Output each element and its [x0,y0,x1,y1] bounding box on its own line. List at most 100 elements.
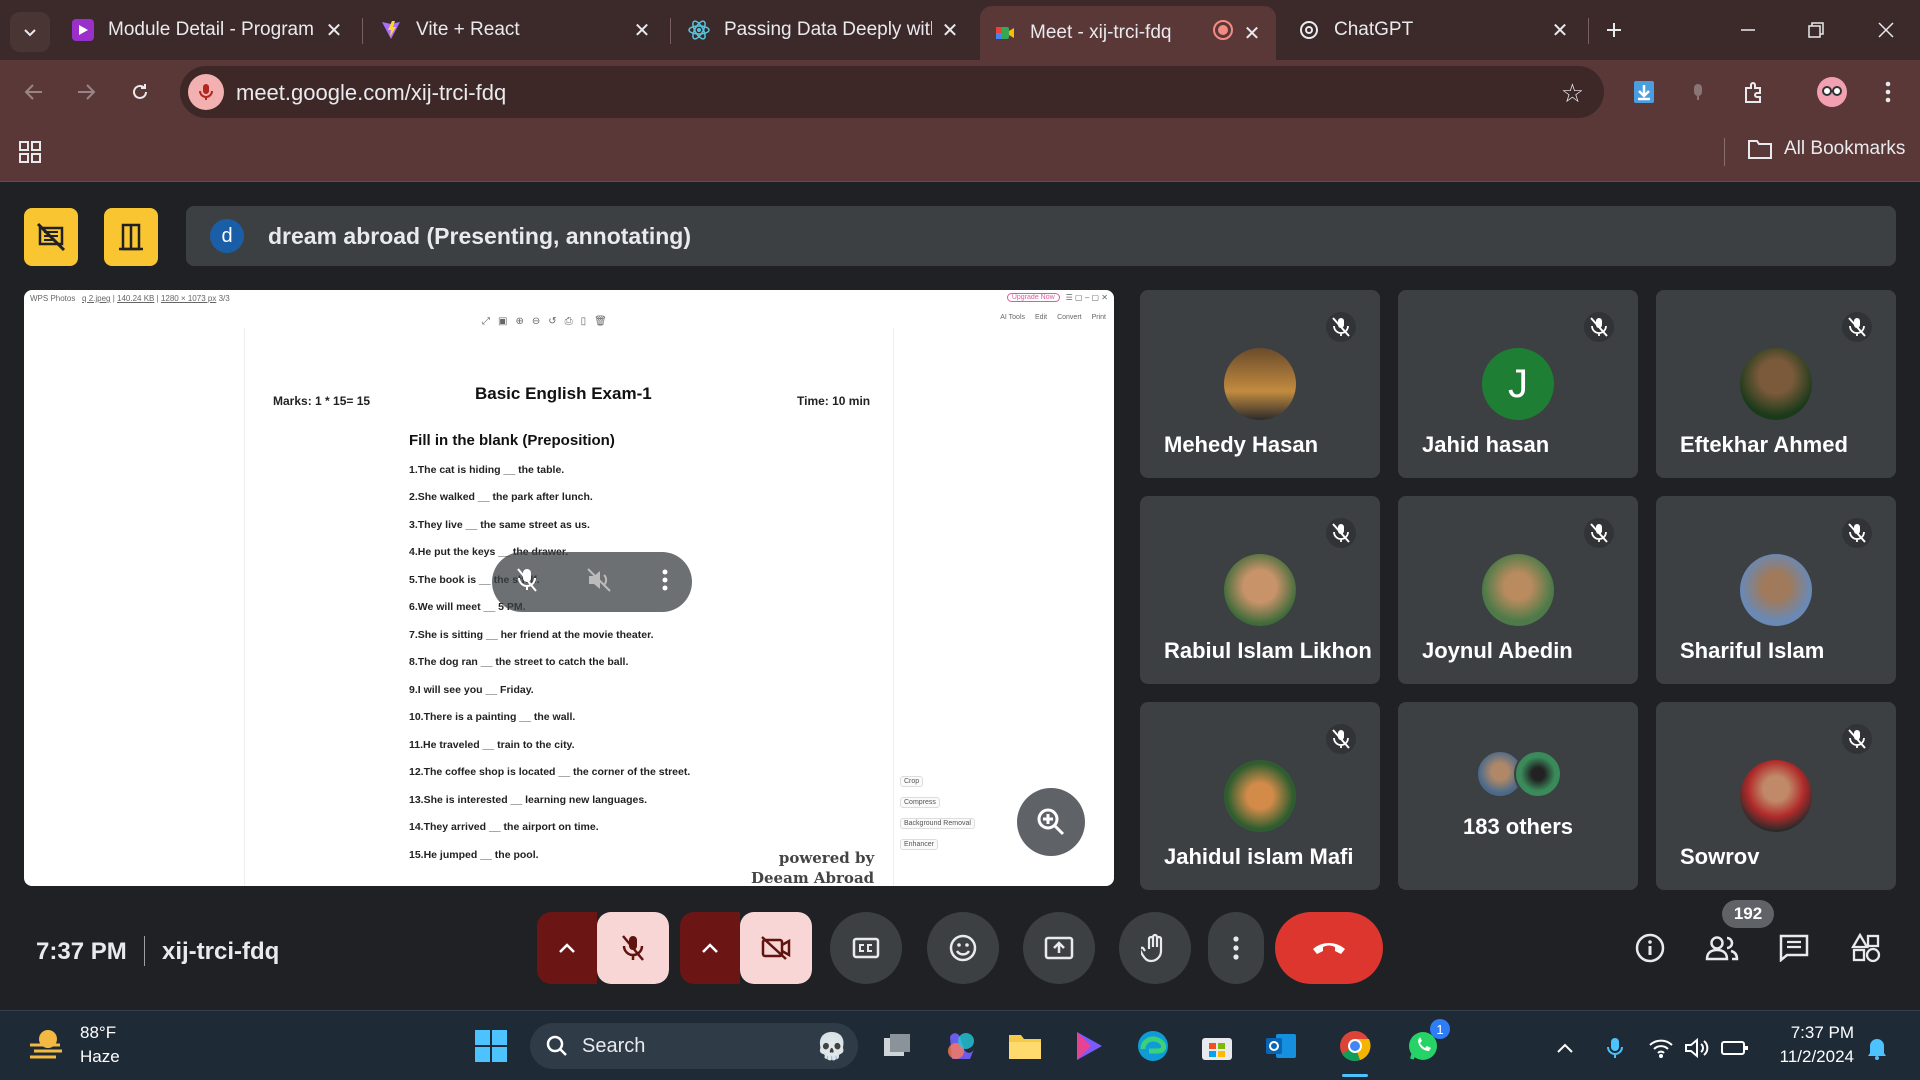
volume-off-icon[interactable] [586,567,614,598]
zoom-in-icon [1037,808,1065,836]
reload-button[interactable] [122,74,158,110]
close-icon[interactable]: ✕ [632,18,652,43]
volume-icon[interactable] [1682,1033,1712,1063]
folder-icon [1009,1035,1041,1059]
participant-name: Shariful Islam [1680,638,1825,663]
chrome-icon [1340,1031,1371,1061]
more-options-button[interactable] [1208,912,1264,984]
crop-option[interactable]: Crop [900,776,924,787]
back-button[interactable] [16,74,52,110]
present-screen-button[interactable] [1023,912,1095,984]
layout-sidebar-button[interactable] [104,208,158,266]
participant-tile[interactable]: Joynul Abedin [1398,496,1638,684]
people-button[interactable] [1698,924,1746,972]
mic-in-use-icon[interactable] [188,74,224,110]
new-tab-button[interactable] [1594,12,1634,48]
participant-tile[interactable]: Shariful Islam [1656,496,1896,684]
battery-icon[interactable] [1720,1033,1750,1063]
download-icon[interactable] [1626,74,1662,110]
exam-question: 3.They live __ the same street as us. [409,519,590,531]
tab-chatgpt[interactable]: ChatGPT ✕ [1284,6,1584,54]
profile-avatar-icon[interactable] [1814,74,1850,110]
copilot-app[interactable] [940,1025,982,1067]
participant-name: Joynul Abedin [1422,638,1573,663]
forward-button[interactable] [68,74,104,110]
mic-off-icon[interactable] [516,567,538,598]
meeting-details-button[interactable] [1626,924,1674,972]
participant-tile[interactable]: J Jahid hasan [1398,290,1638,478]
exam-marks: Marks: 1 * 15= 15 [273,394,371,408]
close-icon[interactable]: ✕ [1242,21,1262,46]
enhancer-option[interactable]: Enhancer [900,839,938,850]
video-settings-button[interactable] [680,912,740,984]
close-window-button[interactable] [1866,12,1906,48]
address-bar[interactable]: meet.google.com/xij-trci-fdq ☆ [180,66,1604,118]
microphone-toggle-button[interactable] [597,912,669,984]
edit-label: Edit [1035,314,1048,321]
participant-name: Eftekhar Ahmed [1680,432,1848,457]
outlook-app[interactable] [1260,1025,1302,1067]
edge-app[interactable] [1132,1025,1174,1067]
others-tile[interactable]: 183 others [1398,702,1638,890]
stop-presentation-view-button[interactable] [24,208,78,266]
notification-bell-icon[interactable] [1862,1033,1892,1063]
participant-tile[interactable]: Rabiul Islam Likhon [1140,496,1380,684]
tab-module-detail[interactable]: Module Detail - Program ✕ [58,6,358,54]
wps-file-size: 140.24 KB [117,294,155,303]
hand-icon [1141,933,1163,963]
bookmark-star-icon[interactable]: ☆ [1561,78,1584,109]
extensions-puzzle-icon[interactable] [1736,74,1772,110]
minimize-button[interactable] [1728,12,1768,48]
avatar [1224,348,1296,420]
url-text: meet.google.com/xij-trci-fdq [236,80,507,105]
extension-mic-icon[interactable] [1680,74,1716,110]
close-icon[interactable]: ✕ [324,18,344,43]
close-icon[interactable]: ✕ [940,18,960,43]
leave-call-button[interactable] [1275,912,1383,984]
exam-question: 9.I will see you __ Friday. [409,684,534,696]
close-icon[interactable]: ✕ [1550,18,1570,43]
tab-title: Meet - xij-trci-fdq [1030,22,1172,43]
store-app[interactable] [1196,1025,1238,1067]
tab-meet[interactable]: Meet - xij-trci-fdq ✕ [980,6,1276,60]
participant-tile[interactable]: Eftekhar Ahmed [1656,290,1896,478]
powered-by-brand: Deeam Abroad [751,869,875,886]
media-player-app[interactable] [1068,1025,1110,1067]
tab-passing-data[interactable]: Passing Data Deeply with ✕ [674,6,974,54]
audio-settings-button[interactable] [537,912,597,984]
tab-search-button[interactable] [10,12,50,52]
shared-screen[interactable]: WPS Photos q 2.jpeg | 140.24 KB | 1280 ×… [24,290,1114,886]
activities-button[interactable] [1842,924,1890,972]
restore-button[interactable] [1796,12,1836,48]
participant-tile[interactable]: Mehedy Hasan [1140,290,1380,478]
participant-tile[interactable]: Jahidul islam Mafi [1140,702,1380,890]
system-clock[interactable]: 7:37 PM 11/2/2024 [1764,1021,1854,1069]
camera-toggle-button[interactable] [740,912,812,984]
raise-hand-button[interactable] [1119,912,1191,984]
compress-option[interactable]: Compress [900,797,940,808]
more-vert-icon[interactable] [1870,74,1906,110]
all-bookmarks-button[interactable]: All Bookmarks [1748,138,1905,160]
chat-button[interactable] [1770,924,1818,972]
start-button[interactable] [470,1025,512,1067]
taskbar-search[interactable]: Search 💀 [530,1023,858,1069]
file-explorer-app[interactable] [1004,1025,1046,1067]
zoom-button[interactable] [1017,788,1085,856]
participant-tile[interactable]: Sowrov [1656,702,1896,890]
upgrade-button[interactable]: Upgrade Now [1006,293,1060,302]
whatsapp-app[interactable]: 1 [1402,1019,1450,1067]
wifi-icon[interactable] [1646,1033,1676,1063]
chevron-up-icon[interactable] [1550,1033,1580,1063]
more-vert-icon[interactable] [662,569,668,596]
weather-widget[interactable]: 88°F Haze [28,1021,120,1069]
tab-vite-react[interactable]: Vite + React ✕ [366,6,666,54]
microphone-icon[interactable] [1600,1033,1630,1063]
chrome-app[interactable] [1334,1025,1376,1077]
captions-button[interactable] [830,912,902,984]
powered-by-watermark: powered by Deeam Abroad [751,848,874,886]
info-icon [1635,933,1665,963]
reactions-button[interactable] [927,912,999,984]
task-view-button[interactable] [876,1025,918,1067]
apps-grid-icon[interactable] [18,140,42,169]
background-removal-option[interactable]: Background Removal [900,818,975,829]
